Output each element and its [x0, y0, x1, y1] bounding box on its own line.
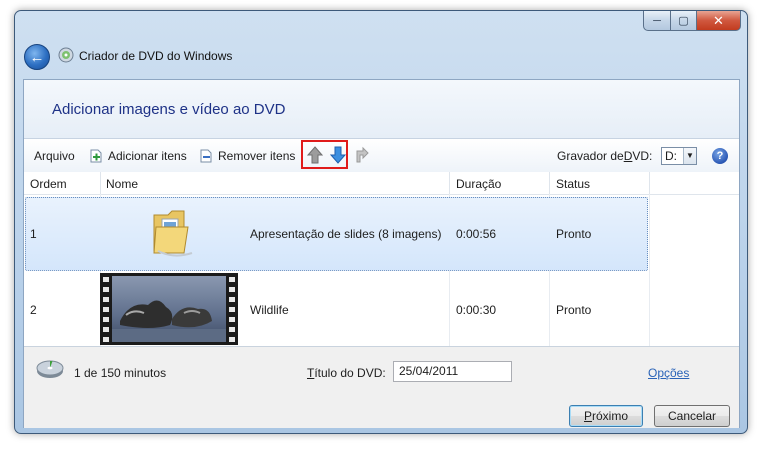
column-divider[interactable] — [549, 172, 550, 194]
close-icon: ✕ — [713, 12, 724, 28]
dvd-maker-window: ─ ▢ ✕ ← Criador de DVD do Windows Adicio… — [14, 10, 748, 434]
row-duration: 0:00:30 — [456, 303, 497, 317]
minimize-icon: ─ — [653, 14, 661, 27]
page-heading: Adicionar imagens e vídeo ao DVD — [52, 101, 286, 118]
burner-select[interactable]: D: ▼ — [661, 147, 697, 165]
add-items-label: Adicionar itens — [108, 149, 187, 163]
burner-label-text: Gravador de — [557, 149, 624, 163]
row-status: Pronto — [556, 227, 592, 241]
minimize-button[interactable]: ─ — [643, 11, 671, 31]
disc-usage-icon — [36, 360, 64, 378]
back-arrow-icon: ← — [29, 48, 45, 66]
remove-items-button[interactable]: Remover itens — [200, 149, 295, 163]
dvd-title-input[interactable]: 25/04/2011 — [393, 361, 512, 382]
row-name: Apresentação de slides (8 imagens) — [250, 227, 442, 241]
column-header-order[interactable]: Ordem — [30, 177, 67, 191]
row-duration: 0:00:56 — [456, 227, 497, 241]
burner-select-value: D: — [665, 149, 677, 163]
wizard-footer: 1 de 150 minutos Título do DVD: 25/04/20… — [24, 346, 739, 428]
chevron-down-icon[interactable]: ▼ — [683, 148, 696, 164]
disc-usage-text: 1 de 150 minutos — [74, 366, 167, 380]
add-items-icon — [90, 149, 102, 163]
video-thumbnail — [100, 273, 238, 345]
column-divider[interactable] — [100, 172, 101, 194]
row-status: Pronto — [556, 303, 592, 317]
items-table: Ordem Nome Duração Status 1 Apresentação… — [24, 172, 739, 346]
dvd-title-label: Título do DVD: — [307, 366, 386, 380]
remove-items-label: Remover itens — [218, 149, 296, 163]
add-items-button[interactable]: Adicionar itens — [90, 149, 187, 163]
cancel-label: Cancelar — [667, 409, 717, 423]
wizard-content: Adicionar imagens e vídeo ao DVD Arquivo… — [23, 79, 740, 428]
help-icon[interactable]: ? — [712, 148, 728, 164]
dvd-maker-app-icon — [58, 47, 74, 63]
move-up-icon[interactable] — [307, 146, 323, 164]
options-link[interactable]: Opções — [648, 366, 689, 380]
folder-slideshow-icon — [153, 210, 193, 257]
column-divider[interactable] — [449, 172, 450, 194]
burner-label-accesskey: D — [623, 149, 633, 163]
burner-label: Gravador de D VD: — [557, 149, 652, 163]
dvd-title-label-text: ítulo do DVD: — [314, 366, 386, 380]
move-to-top-icon[interactable] — [354, 146, 370, 164]
maximize-icon: ▢ — [678, 15, 689, 27]
back-button[interactable]: ← — [24, 44, 50, 70]
remove-items-icon — [200, 149, 212, 163]
window-controls: ─ ▢ ✕ — [643, 11, 741, 31]
toolbar: Arquivo Adicionar itens Remover itens Gr… — [24, 138, 739, 173]
file-menu-label: Arquivo — [34, 149, 75, 163]
window-title: Criador de DVD do Windows — [79, 49, 233, 63]
next-accesskey: P — [583, 409, 592, 423]
column-header-status[interactable]: Status — [556, 177, 590, 191]
file-menu[interactable]: Arquivo — [34, 149, 75, 163]
column-header-duration[interactable]: Duração — [456, 177, 501, 191]
wizard-banner: Adicionar imagens e vídeo ao DVD — [24, 80, 739, 138]
column-header-name[interactable]: Nome — [106, 177, 138, 191]
row-name: Wildlife — [250, 303, 289, 317]
maximize-button[interactable]: ▢ — [671, 11, 697, 31]
next-label: róximo — [592, 409, 629, 423]
close-button[interactable]: ✕ — [697, 11, 741, 31]
column-divider[interactable] — [649, 172, 650, 194]
next-button[interactable]: Próximo — [569, 405, 643, 427]
row-order: 1 — [30, 227, 37, 241]
column-grid-line — [649, 194, 650, 346]
move-down-icon[interactable] — [330, 146, 346, 164]
cancel-button[interactable]: Cancelar — [654, 405, 730, 427]
row-order: 2 — [30, 303, 37, 317]
burner-label-suffix: VD: — [632, 149, 653, 163]
table-header: Ordem Nome Duração Status — [24, 172, 739, 195]
